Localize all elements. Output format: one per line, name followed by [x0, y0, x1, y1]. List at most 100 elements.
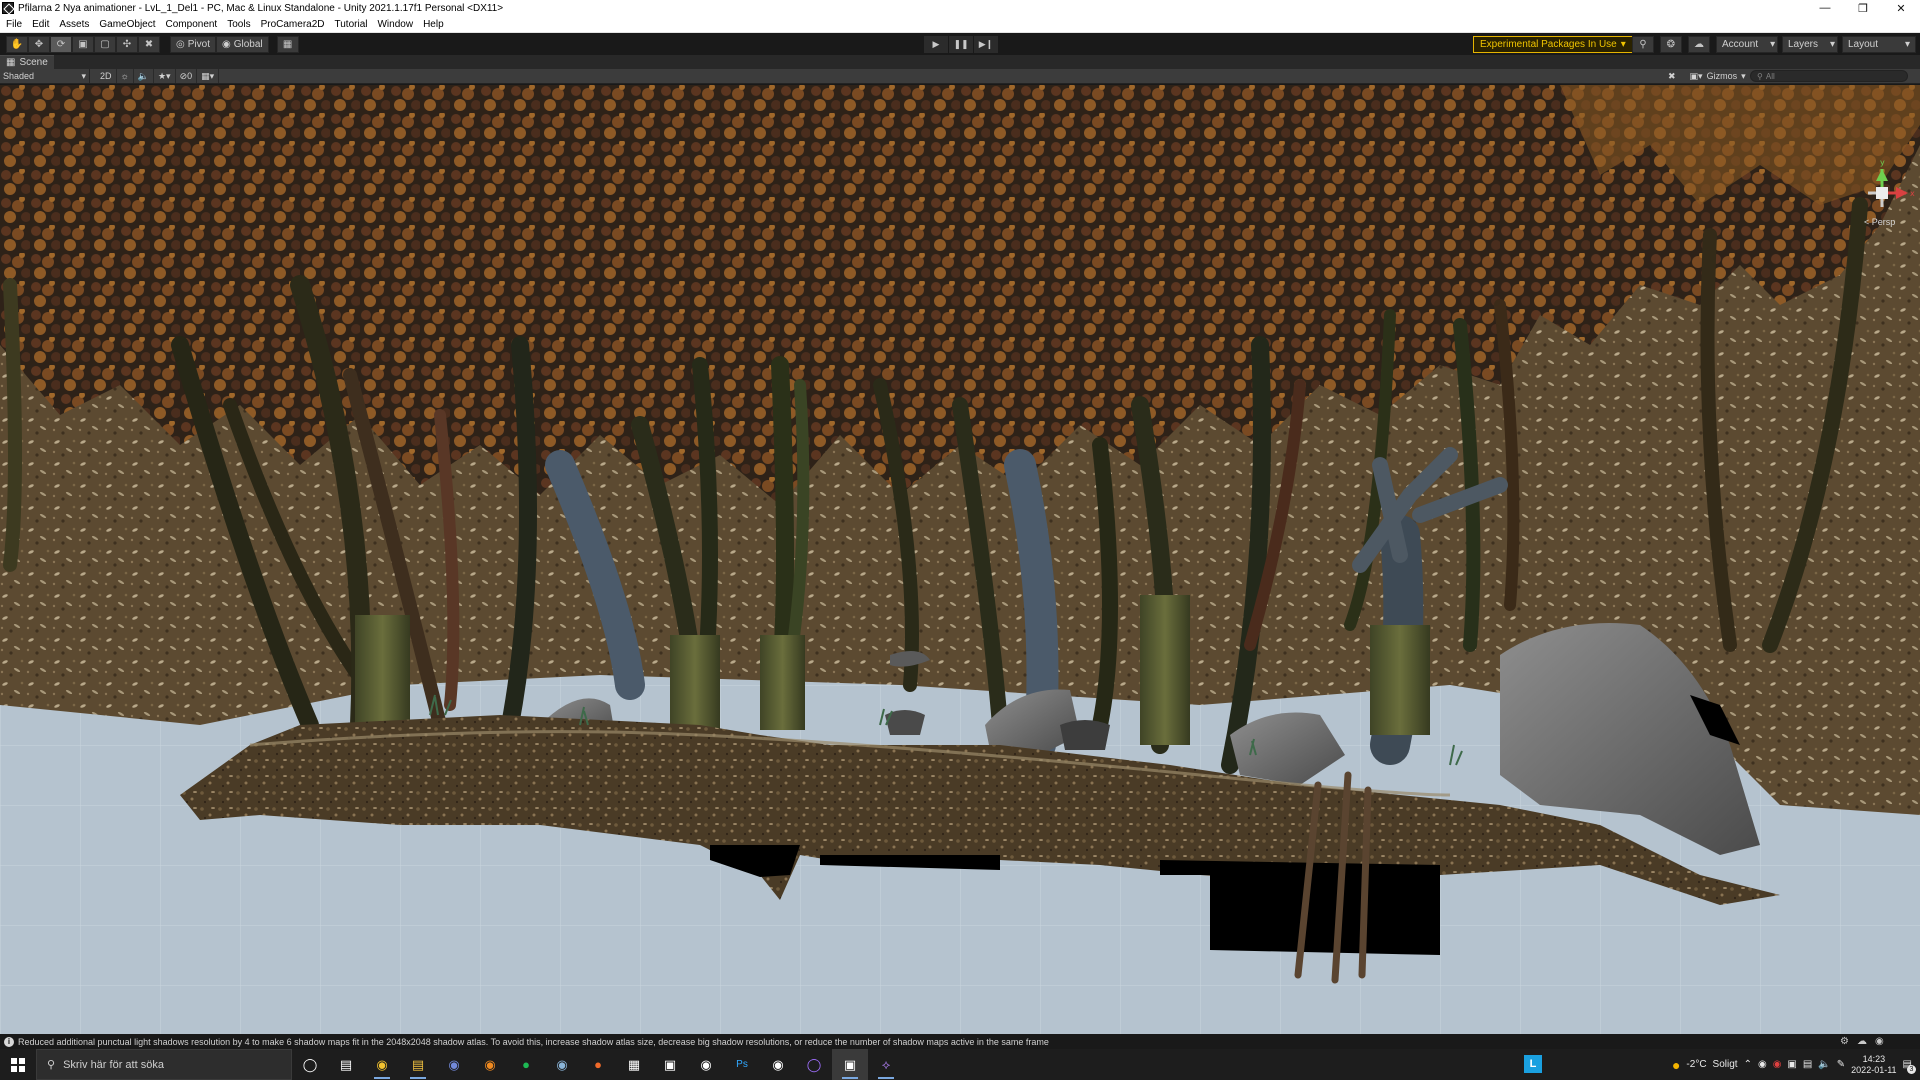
global-toggle[interactable]: ◉ Global	[215, 35, 269, 53]
file-explorer-icon[interactable]: ▤	[400, 1049, 436, 1080]
debug-icon[interactable]: ⚙	[1840, 1036, 1849, 1047]
chevron-down-icon: ▾	[81, 70, 86, 81]
grid-toggle-icon[interactable]: ▦▾	[197, 69, 220, 83]
menu-file[interactable]: File	[0, 16, 27, 33]
notification-count: 3	[1907, 1065, 1916, 1074]
weather-sun-icon[interactable]: ●	[1672, 1057, 1680, 1073]
collab-icon[interactable]: ❂	[1660, 36, 1682, 53]
taskbar-search-placeholder: Skriv här för att söka	[63, 1058, 164, 1071]
notifications-icon[interactable]: ▤ 3	[1903, 1059, 1916, 1074]
minimize-button[interactable]: —	[1806, 0, 1844, 16]
discord-icon[interactable]: ◉	[436, 1049, 472, 1080]
tab-scene[interactable]: ▦ Scene	[0, 55, 54, 69]
global-label: Global	[233, 38, 263, 50]
rect-tool-icon[interactable]: ▢	[94, 35, 116, 53]
steam-icon[interactable]: ◉	[544, 1049, 580, 1080]
unity-hub-icon[interactable]: ▣	[652, 1049, 688, 1080]
menu-window[interactable]: Window	[372, 16, 418, 33]
persp-label[interactable]: < Persp	[1864, 217, 1895, 227]
lighting-toggle-icon[interactable]: ☼	[117, 69, 134, 83]
window-titlebar: Pfilarna 2 Nya animationer - LvL_1_Del1 …	[0, 0, 1920, 16]
pause-button[interactable]: ❚❚	[949, 36, 973, 53]
gizmo-axis-y: y	[1880, 158, 1885, 167]
security-icon[interactable]: ◉	[1758, 1059, 1767, 1070]
play-button[interactable]: ▶	[924, 36, 948, 53]
epic-games-icon[interactable]: ▦	[616, 1049, 652, 1080]
spotify-icon[interactable]: ●	[508, 1049, 544, 1080]
move-tool-icon[interactable]: ✥	[28, 35, 50, 53]
layout-dropdown[interactable]: Layout ▾	[1842, 36, 1916, 53]
audio-toggle-icon[interactable]: 🔈	[134, 69, 154, 83]
eye-slash-icon: ⊘	[179, 70, 188, 81]
menu-help[interactable]: Help	[418, 16, 449, 33]
menu-procamera2d[interactable]: ProCamera2D	[256, 16, 330, 33]
chrome-icon[interactable]: ◉	[364, 1049, 400, 1080]
unity-editor-icon[interactable]: ▣	[832, 1049, 868, 1080]
scene-grid-icon: ▦	[6, 57, 16, 68]
chevron-up-icon[interactable]: ⌃	[1744, 1059, 1752, 1070]
restore-button[interactable]: ❐	[1844, 0, 1882, 16]
menu-tutorial[interactable]: Tutorial	[330, 16, 373, 33]
account-dropdown[interactable]: Account ▾	[1716, 36, 1778, 53]
transform-tool-icon[interactable]: ✣	[116, 35, 138, 53]
menu-edit[interactable]: Edit	[27, 16, 54, 33]
mode-2d-label: 2D	[100, 71, 112, 81]
pivot-toggle[interactable]: ◎ Pivot	[170, 35, 216, 53]
obs-icon[interactable]: ◯	[796, 1049, 832, 1080]
menu-component[interactable]: Component	[161, 16, 223, 33]
shading-mode-dropdown[interactable]: Shaded ▾	[0, 69, 90, 83]
cortana-icon[interactable]: ◯	[292, 1049, 328, 1080]
visual-studio-icon[interactable]: ⟡	[868, 1049, 904, 1080]
menu-gameobject[interactable]: GameObject	[94, 16, 160, 33]
effects-toggle-icon[interactable]: ★▾	[154, 69, 176, 83]
experimental-label: Experimental Packages In Use	[1480, 39, 1617, 50]
chevron-down-icon: ▾	[1741, 70, 1746, 81]
scale-tool-icon[interactable]: ▣	[72, 35, 94, 53]
rotate-tool-icon[interactable]: ⟳	[50, 35, 72, 53]
step-button[interactable]: ▶❙	[974, 36, 998, 53]
blender-icon[interactable]: ◉	[472, 1049, 508, 1080]
hand-tool-icon[interactable]: ✋	[6, 35, 28, 53]
weather-condition[interactable]: Soligt	[1713, 1059, 1738, 1070]
cloud-icon[interactable]: ☁	[1688, 36, 1710, 53]
pivot-label: Pivot	[187, 38, 210, 50]
photoshop-icon[interactable]: Ps	[724, 1049, 760, 1080]
app-tray-icon[interactable]: ◉	[1773, 1059, 1782, 1070]
menu-assets[interactable]: Assets	[54, 16, 94, 33]
collab-status-icon[interactable]: ☁	[1857, 1036, 1867, 1047]
console-status-bar[interactable]: i Reduced additional punctual light shad…	[0, 1034, 1920, 1049]
scene-tab-bar: ▦ Scene	[0, 55, 1920, 69]
progress-icon[interactable]: ◉	[1875, 1036, 1884, 1047]
windows-start-button[interactable]	[0, 1049, 36, 1080]
custom-tool-icon[interactable]: ✖	[138, 35, 160, 53]
taskbar-clock[interactable]: 14:23 2022-01-11	[1851, 1054, 1896, 1076]
layers-label: Layers	[1788, 39, 1819, 50]
weather-temperature[interactable]: -2°C	[1686, 1059, 1706, 1070]
hidden-objects-toggle[interactable]: ⊘ 0	[176, 69, 198, 83]
menu-tools[interactable]: Tools	[222, 16, 255, 33]
scene-viewport[interactable]: y x < Persp	[0, 85, 1920, 1034]
search-icon[interactable]: ⚲	[1632, 36, 1654, 53]
mode-2d-toggle[interactable]: 2D	[96, 69, 117, 83]
search-icon: ⚲	[47, 1059, 56, 1071]
github-icon[interactable]: ◉	[760, 1049, 796, 1080]
snap-grid-icon[interactable]: ▦	[276, 35, 299, 53]
cinema-icon[interactable]: ◉	[688, 1049, 724, 1080]
origin-icon[interactable]: ●	[580, 1049, 616, 1080]
chevron-down-icon: ▾	[1770, 39, 1776, 50]
monitor-icon[interactable]: ▣	[1787, 1059, 1796, 1070]
task-view-icon[interactable]: ▤	[328, 1049, 364, 1080]
taskbar-search-input[interactable]: ⚲ Skriv här för att söka	[36, 1049, 292, 1080]
layers-dropdown[interactable]: Layers ▾	[1782, 36, 1838, 53]
close-button[interactable]: ✕	[1882, 0, 1920, 16]
scene-search-input[interactable]: ⚲ All	[1750, 70, 1908, 82]
volume-icon[interactable]: 🔈	[1818, 1059, 1830, 1070]
experimental-packages-button[interactable]: Experimental Packages In Use ▾	[1473, 36, 1633, 53]
gizmos-dropdown[interactable]: ✖ ▣▾ Gizmos ▾	[1668, 69, 1746, 83]
account-label: Account	[1722, 39, 1759, 50]
tab-scene-label: Scene	[19, 57, 48, 68]
pinned-app-icon[interactable]: L	[1524, 1055, 1542, 1073]
network-icon[interactable]: ▤	[1803, 1059, 1812, 1070]
chevron-down-icon: ▾	[1620, 39, 1626, 50]
pen-icon[interactable]: ✎	[1837, 1059, 1845, 1070]
